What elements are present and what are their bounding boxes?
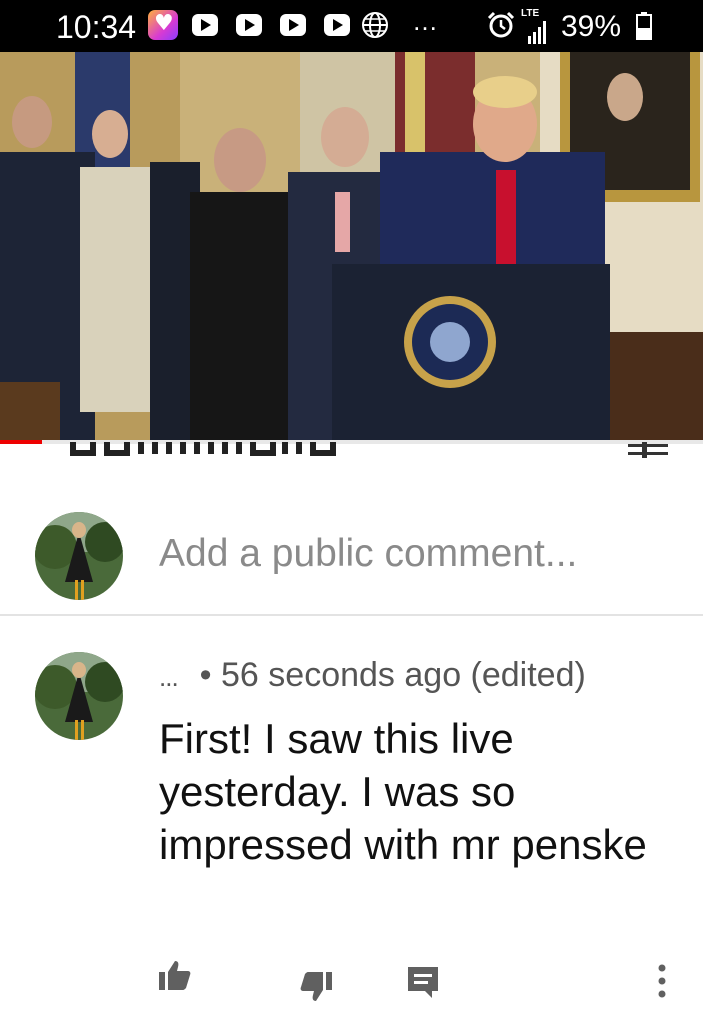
youtube-notification-icon xyxy=(192,14,218,36)
comment-author[interactable]: ... xyxy=(159,662,179,693)
battery-icon xyxy=(636,12,652,40)
add-comment-input[interactable]: Add a public comment... xyxy=(159,532,577,576)
network-type: LTE xyxy=(521,8,540,19)
app-notification-icon xyxy=(148,10,178,40)
comment-item: ... • 56 seconds ago (edited) First! I sa… xyxy=(0,616,703,1024)
more-notifications-icon: … xyxy=(412,6,439,36)
sort-comments-icon[interactable] xyxy=(628,442,668,462)
user-avatar xyxy=(35,512,123,600)
youtube-notification-icon xyxy=(280,14,306,36)
battery-percent: 39% xyxy=(561,10,622,43)
status-bar: 10:34 … LTE 39% xyxy=(0,0,703,52)
comment-text: First! I saw this live yesterday. I was … xyxy=(159,715,647,868)
youtube-notification-icon xyxy=(236,14,262,36)
thumb-up-icon[interactable] xyxy=(157,958,193,994)
comments-header xyxy=(70,442,350,462)
alarm-icon xyxy=(487,11,515,38)
reply-icon[interactable] xyxy=(405,964,441,1000)
signal-icon xyxy=(528,21,546,44)
youtube-notification-icon xyxy=(324,14,350,36)
status-time: 10:34 xyxy=(56,9,137,45)
globe-icon xyxy=(362,12,388,38)
video-frame xyxy=(0,52,703,442)
video-progress-fill xyxy=(0,440,43,444)
add-comment-row[interactable]: Add a public comment... xyxy=(0,490,703,614)
comment-timestamp: • 56 seconds ago (edited) xyxy=(199,656,586,694)
comment-author-avatar[interactable] xyxy=(35,652,123,740)
thumb-down-icon[interactable] xyxy=(298,968,334,1004)
comment-meta: ... • 56 seconds ago (edited) xyxy=(159,656,586,695)
more-vertical-icon[interactable] xyxy=(644,962,680,1002)
video-player[interactable] xyxy=(0,52,703,442)
